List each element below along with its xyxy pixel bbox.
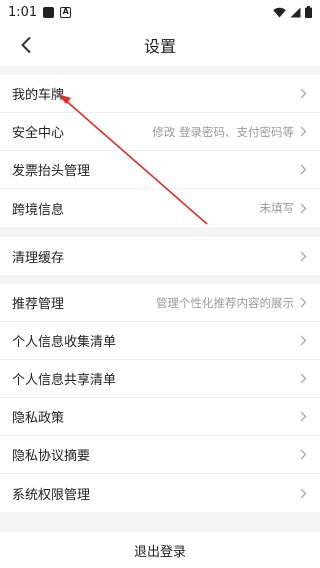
battery-icon: [305, 6, 312, 18]
personal-info-collection-item[interactable]: 个人信息收集清单: [0, 322, 320, 360]
item-label: 个人信息收集清单: [12, 335, 117, 350]
chevron-right-icon: [300, 202, 308, 214]
chevron-left-icon: [21, 36, 31, 54]
invoice-title-item[interactable]: 发票抬头管理: [0, 151, 320, 189]
chevron-right-icon: [300, 164, 308, 176]
chevron-right-icon: [300, 297, 308, 309]
chevron-right-icon: [300, 126, 308, 138]
recommendation-management-item[interactable]: 推荐管理 管理个性化推荐内容的展示: [0, 284, 320, 322]
page-title: 设置: [143, 37, 176, 56]
status-time: 1:01: [8, 4, 38, 20]
back-button[interactable]: [12, 30, 40, 60]
system-permissions-item[interactable]: 系统权限管理: [0, 474, 320, 512]
chevron-right-icon: [300, 373, 308, 385]
item-label: 清理缓存: [12, 250, 65, 266]
clear-cache-item[interactable]: 清理缓存: [0, 237, 320, 275]
chevron-right-icon: [300, 449, 308, 461]
chevron-right-icon: [300, 487, 308, 499]
chevron-right-icon: [300, 88, 308, 100]
privacy-agreement-summary-item[interactable]: 隐私协议摘要: [0, 436, 320, 474]
personal-info-sharing-item[interactable]: 个人信息共享清单: [0, 360, 320, 398]
item-label: 隐私协议摘要: [12, 449, 91, 464]
item-label: 我的车牌: [12, 88, 65, 103]
notification-a-icon: A: [60, 6, 72, 18]
item-label: 安全中心: [12, 126, 65, 141]
item-label: 隐私政策: [12, 411, 65, 426]
item-label: 跨境信息: [12, 202, 65, 218]
item-value: 管理个性化推荐内容的展示: [156, 295, 294, 310]
item-label: 发票抬头管理: [12, 164, 91, 179]
cross-border-info-item[interactable]: 跨境信息 未填写: [0, 189, 320, 227]
wifi-icon: [273, 7, 286, 17]
chevron-right-icon: [300, 411, 308, 423]
item-label: 系统权限管理: [12, 487, 91, 503]
chevron-right-icon: [300, 250, 308, 262]
header-bar: 设置: [0, 24, 320, 66]
logout-label: 退出登录: [133, 544, 186, 560]
notification-square-icon: [43, 6, 55, 18]
chevron-right-icon: [300, 335, 308, 347]
status-bar: 1:01 A: [0, 0, 320, 24]
logout-button[interactable]: 退出登录: [0, 532, 320, 568]
item-value: 未填写: [259, 201, 295, 215]
item-label: 个人信息共享清单: [12, 373, 117, 388]
settings-group-account: 我的车牌 安全中心 修改 登录密码、支付密码等 发票抬头管理 跨境信息 未填写: [0, 75, 320, 227]
item-label: 推荐管理: [12, 297, 65, 312]
security-center-item[interactable]: 安全中心 修改 登录密码、支付密码等: [0, 113, 320, 151]
my-license-plate-item[interactable]: 我的车牌: [0, 75, 320, 113]
settings-group-cache: 清理缓存: [0, 237, 320, 275]
privacy-policy-item[interactable]: 隐私政策: [0, 398, 320, 436]
signal-icon: [290, 7, 301, 17]
item-value: 修改 登录密码、支付密码等: [152, 124, 294, 139]
settings-group-privacy: 推荐管理 管理个性化推荐内容的展示 个人信息收集清单 个人信息共享清单 隐私政策…: [0, 284, 320, 512]
